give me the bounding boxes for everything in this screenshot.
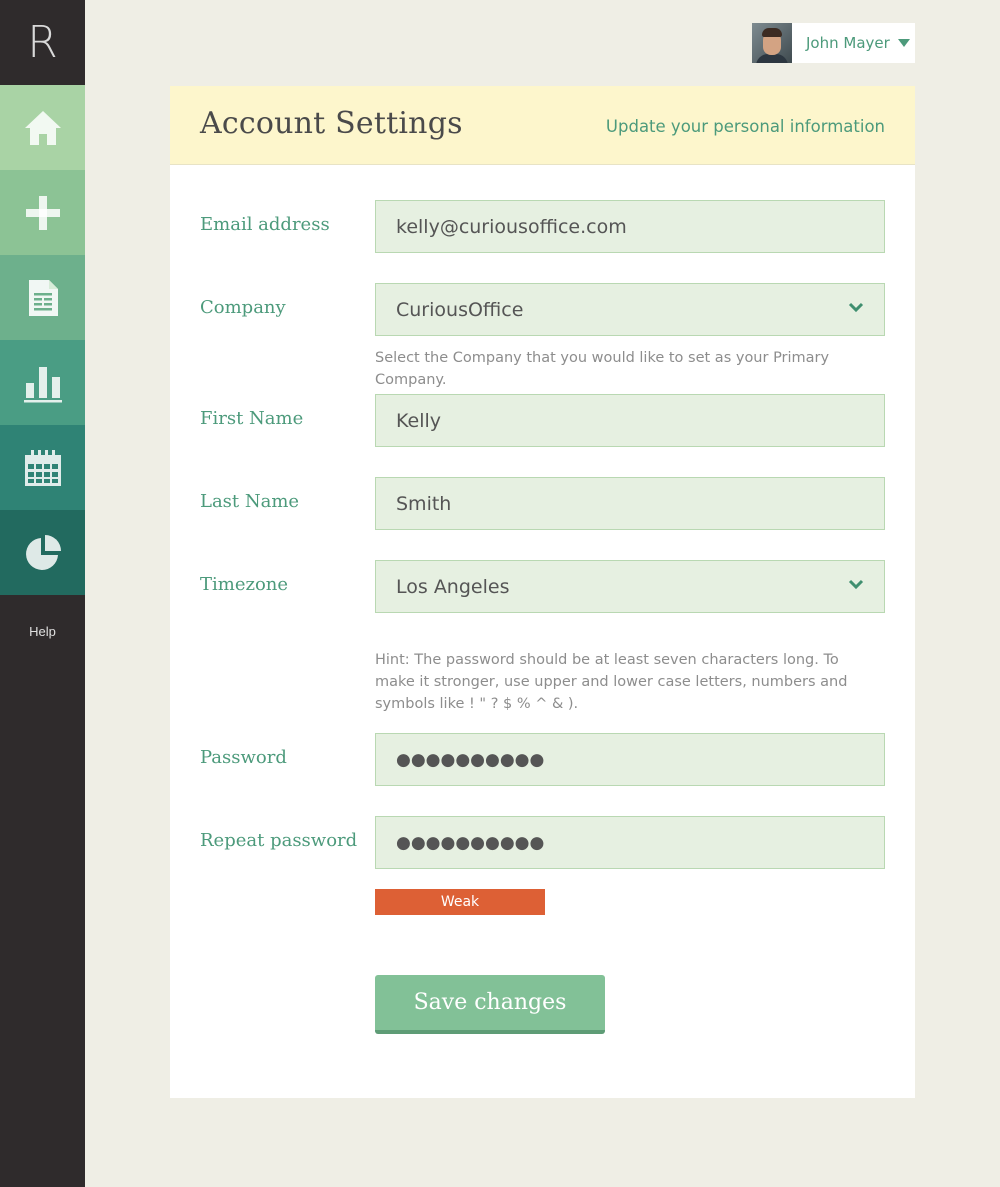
app-logo[interactable]: R <box>0 0 85 85</box>
last-name-field[interactable]: Smith <box>375 477 885 530</box>
timezone-value: Los Angeles <box>396 575 510 598</box>
repeat-password-field[interactable]: ●●●●●●●●●● <box>375 816 885 869</box>
company-label: Company <box>200 297 286 318</box>
company-select[interactable]: CuriousOffice <box>375 283 885 336</box>
email-label: Email address <box>200 214 330 235</box>
document-icon <box>28 279 58 316</box>
nav-add[interactable] <box>0 170 85 255</box>
avatar <box>752 23 792 63</box>
first-name-label: First Name <box>200 408 304 429</box>
email-value: kelly@curiousoffice.com <box>396 215 627 238</box>
timezone-label: Timezone <box>200 574 289 595</box>
nav-analytics[interactable] <box>0 510 85 595</box>
home-icon <box>24 110 61 145</box>
first-name-field[interactable]: Kelly <box>375 394 885 447</box>
page-header: Account Settings Update your personal in… <box>170 86 915 165</box>
page-title: Account Settings <box>200 106 463 141</box>
nav-home[interactable] <box>0 85 85 170</box>
pie-chart-icon <box>25 534 61 570</box>
first-name-value: Kelly <box>396 409 442 432</box>
user-name: John Mayer <box>806 34 890 52</box>
repeat-password-label: Repeat password <box>200 830 358 851</box>
password-value: ●●●●●●●●●● <box>396 749 545 770</box>
last-name-label: Last Name <box>200 491 300 512</box>
nav-calendar[interactable] <box>0 425 85 510</box>
company-value: CuriousOffice <box>396 298 524 321</box>
company-help-text: Select the Company that you would like t… <box>375 350 830 388</box>
password-strength-indicator: Weak <box>375 889 545 915</box>
email-field[interactable]: kelly@curiousoffice.com <box>375 200 885 253</box>
plus-icon <box>25 195 60 230</box>
nav-documents[interactable] <box>0 255 85 340</box>
page-subtitle: Update your personal information <box>605 117 885 136</box>
password-field[interactable]: ●●●●●●●●●● <box>375 733 885 786</box>
chevron-down-icon <box>848 302 864 313</box>
password-hint: Hint: The password should be at least se… <box>375 652 848 712</box>
calendar-icon <box>24 449 61 486</box>
bar-chart-icon <box>23 366 62 402</box>
account-settings-form: Email address kelly@curiousoffice.com Co… <box>170 165 915 1098</box>
user-menu[interactable]: John Mayer <box>752 23 915 63</box>
chevron-down-icon <box>848 579 864 590</box>
last-name-value: Smith <box>396 492 452 515</box>
timezone-select[interactable]: Los Angeles <box>375 560 885 613</box>
repeat-password-value: ●●●●●●●●●● <box>396 832 545 853</box>
sidebar: R Help <box>0 0 85 1187</box>
password-label: Password <box>200 747 287 768</box>
help-link[interactable]: Help <box>0 624 85 639</box>
nav-reports[interactable] <box>0 340 85 425</box>
caret-down-icon <box>897 39 910 47</box>
save-button[interactable]: Save changes <box>375 975 605 1034</box>
